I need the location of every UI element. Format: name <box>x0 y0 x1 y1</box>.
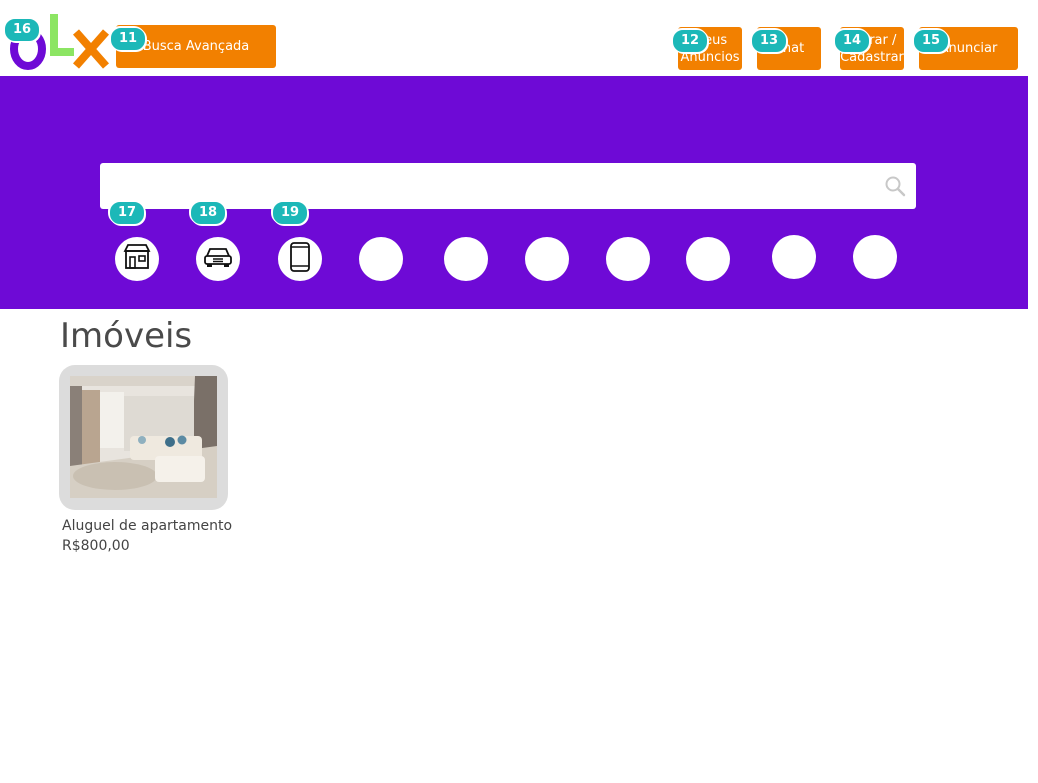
top-bar: Busca Avançada Meus Anúncios Chat Entrar… <box>0 0 1038 76</box>
category-4[interactable] <box>359 237 403 281</box>
listing-card[interactable] <box>59 365 228 510</box>
annotation-badge: 12 <box>672 29 708 53</box>
section-title: Imóveis <box>60 316 193 356</box>
category-8[interactable] <box>686 237 730 281</box>
listing-title[interactable]: Aluguel de apartamento <box>62 518 232 534</box>
annotation-badge: 19 <box>272 201 308 225</box>
car-icon <box>202 245 234 273</box>
search-bar <box>100 163 916 209</box>
annotation-badge: 11 <box>110 27 146 51</box>
annotation-badge: 15 <box>913 29 949 53</box>
listing-price: R$800,00 <box>62 538 130 554</box>
annotation-badge: 14 <box>834 29 870 53</box>
category-real-estate[interactable] <box>115 237 159 281</box>
annotation-badge: 18 <box>190 201 226 225</box>
listing-photo[interactable] <box>70 376 217 498</box>
annotation-badge: 13 <box>751 29 787 53</box>
category-5[interactable] <box>444 237 488 281</box>
category-electronics[interactable] <box>278 237 322 281</box>
phone-icon <box>289 242 311 276</box>
category-6[interactable] <box>525 237 569 281</box>
store-icon <box>122 243 152 275</box>
category-7[interactable] <box>606 237 650 281</box>
search-icon[interactable] <box>884 175 906 197</box>
category-vehicles[interactable] <box>196 237 240 281</box>
category-10[interactable] <box>853 235 897 279</box>
annotation-badge: 17 <box>109 201 145 225</box>
annotation-badge: 16 <box>4 18 40 42</box>
category-9[interactable] <box>772 235 816 279</box>
